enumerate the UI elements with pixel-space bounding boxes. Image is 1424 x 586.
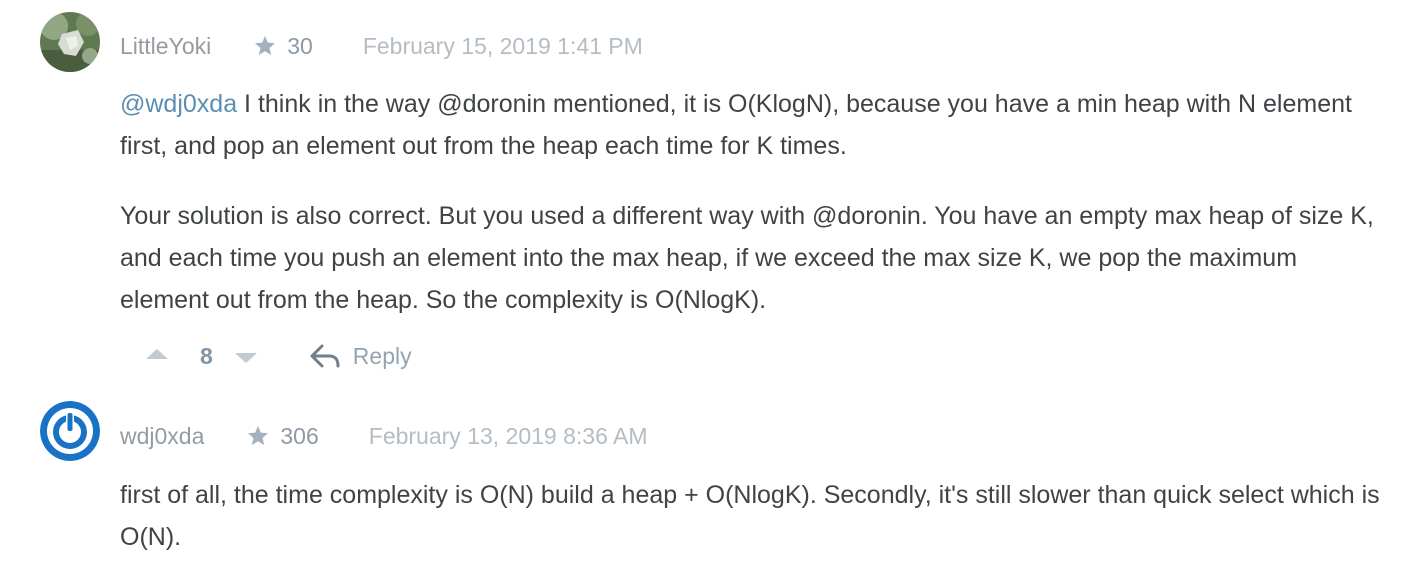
username[interactable]: LittleYoki: [120, 33, 211, 60]
comment-actions: 8 Reply: [146, 336, 412, 376]
upvote-icon[interactable]: [146, 349, 168, 359]
reply-icon: [310, 344, 340, 368]
comment-body: @wdj0xda I think in the way @doronin men…: [120, 83, 1390, 349]
comment-text: I think in the way @doronin mentioned, i…: [120, 90, 1352, 160]
comment-meta: wdj0xda 306 February 13, 2019 8:36 AM: [120, 416, 648, 456]
timestamp: February 13, 2019 8:36 AM: [368, 422, 648, 449]
avatar[interactable]: [40, 401, 100, 461]
avatar[interactable]: [40, 12, 100, 72]
comment-meta: LittleYoki 30 February 15, 2019 1:41 PM: [120, 26, 643, 66]
vote-count: 8: [200, 342, 213, 369]
comment: wdj0xda 306 February 13, 2019 8:36 AM fi…: [0, 385, 1424, 566]
avatar-photo-icon: [40, 12, 100, 72]
comment-paragraph: first of all, the time complexity is O(N…: [120, 481, 1380, 551]
star-icon: [248, 426, 269, 445]
comment: LittleYoki 30 February 15, 2019 1:41 PM …: [0, 0, 1424, 385]
timestamp: February 15, 2019 1:41 PM: [362, 32, 643, 59]
comment-body: first of all, the time complexity is O(N…: [120, 474, 1390, 586]
mention-link[interactable]: @wdj0xda: [120, 90, 237, 118]
username[interactable]: wdj0xda: [120, 423, 204, 450]
comment-paragraph: @wdj0xda I think in the way @doronin men…: [120, 83, 1390, 167]
reputation-count: 306: [280, 422, 319, 449]
comment-paragraph: Your solution is also correct. But you u…: [120, 202, 1374, 314]
power-logo-icon: [40, 401, 100, 461]
reply-button[interactable]: Reply: [309, 343, 412, 370]
reputation-count: 30: [287, 32, 313, 59]
reply-label: Reply: [352, 342, 412, 369]
downvote-icon[interactable]: [234, 353, 257, 363]
star-icon: [255, 36, 276, 55]
